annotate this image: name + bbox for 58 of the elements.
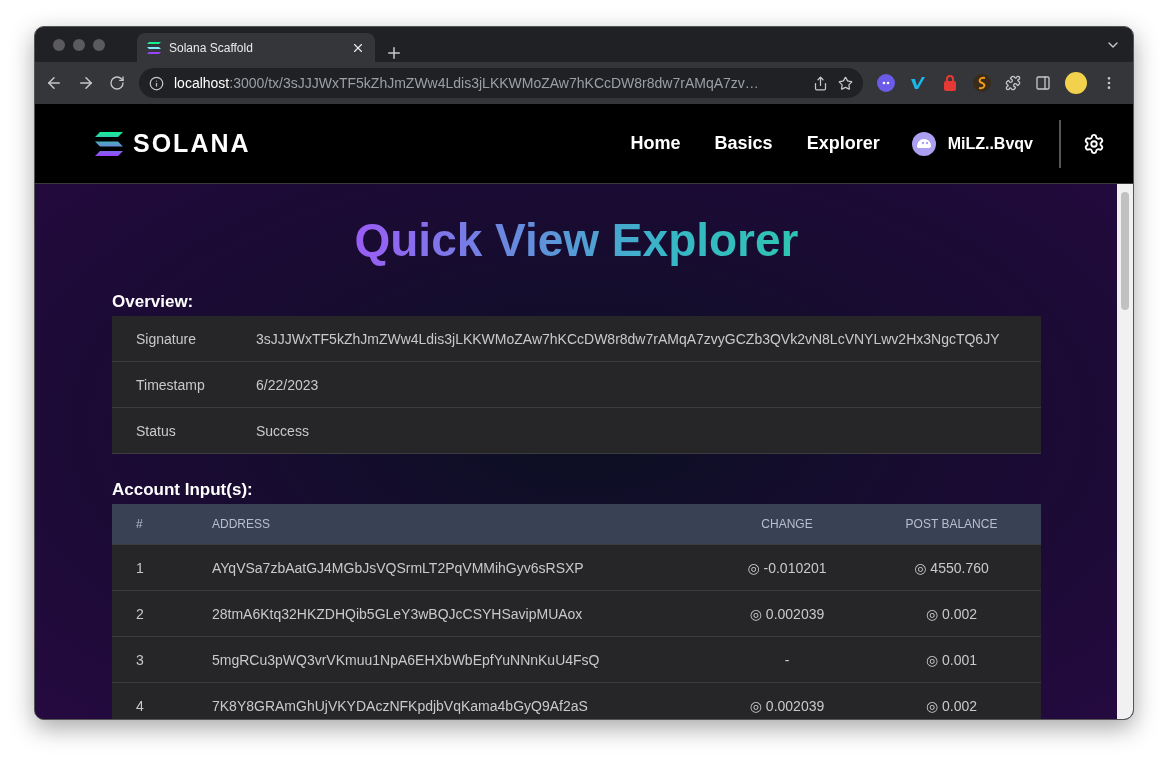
window-close-light[interactable] [53, 38, 65, 51]
url-text: localhost:3000/tx/3sJJJWxTF5kZhJmZWw4Ldis3jLKKWMoZAw7hKCcDW8r8dw7rAMqA7zv… [174, 75, 760, 91]
table-cell-text: 7K8Y8GRAmGhUjVKYDAczNFKpdjbVqKama4bGyQ9Af2aS [212, 697, 589, 714]
field-label: Timestamp [135, 376, 206, 393]
logo-text: SOLANA [133, 129, 251, 158]
share-icon[interactable] [813, 75, 828, 91]
table-cell-text: ◎ 4550.760 [913, 559, 990, 576]
field-label: Status [135, 422, 177, 439]
lock-extension-icon[interactable] [941, 74, 959, 92]
scrollbar[interactable] [1117, 184, 1133, 719]
table-cell-text: ◎ -0.010201 [746, 559, 828, 576]
back-icon[interactable] [45, 74, 63, 92]
field-value: 3sJJJWxTF5kZhJmZWw4Ldis3jLKKWMoZAw7hKCcDW8r8dw7rAMqA7zvyGCZb3QVk2vN8LcVNYLwv2Hx3NgcTQ6JY [256, 330, 1001, 347]
column-header: ADDRESS [212, 517, 271, 531]
ghost-extension-icon[interactable] [877, 74, 895, 92]
nav-link[interactable]: Home [630, 133, 681, 154]
table-cell-text: 3 [135, 651, 145, 668]
reload-icon[interactable] [109, 75, 125, 91]
table-cell-text: 2 [135, 605, 145, 622]
table-cell-text: 5mgRCu3pWQ3vrVKmuu1NpA6EHXbWbEpfYuNNnKuU4FsQ [212, 651, 601, 668]
table-cell-text: ◎ 0.002039 [748, 697, 826, 714]
forward-icon[interactable] [77, 74, 95, 92]
section-heading: Account Input(s): [112, 480, 254, 500]
info-icon[interactable] [149, 75, 164, 91]
table-cell-text: ◎ 0.001 [924, 651, 979, 668]
section-heading: Overview: [112, 292, 195, 312]
v-extension-icon[interactable] [909, 74, 927, 92]
table-cell-text: - [783, 651, 791, 668]
table-cell-text: ◎ 0.002 [924, 605, 979, 622]
wallet-button[interactable]: MiLZ..Bvqv [911, 119, 1061, 168]
extensions-icon[interactable] [1005, 75, 1021, 91]
table-cell-text: 1 [135, 559, 145, 576]
side-panel-icon[interactable] [1035, 75, 1051, 91]
nav-link[interactable]: Explorer [806, 133, 880, 154]
field-label: Signature [135, 330, 197, 347]
column-header: CHANGE [760, 517, 814, 531]
solana-logo-icon [147, 41, 161, 54]
table-cell-text: AYqVSa7zbAatGJ4MGbJsVQSrmLT2PqVMMihGyv6sRSXP [212, 559, 585, 576]
table-cell-text: ◎ 0.002039 [748, 605, 826, 622]
ghost-avatar-icon [911, 131, 936, 156]
field-value: 6/22/2023 [256, 376, 320, 393]
column-header: POST BALANCE [904, 517, 999, 531]
browser-tab[interactable]: Solana Scaffold [137, 33, 375, 62]
table-cell-text: 4 [135, 697, 145, 714]
solana-logo-icon [95, 131, 123, 156]
field-value: Success [256, 422, 310, 439]
window-zoom-light[interactable] [93, 38, 105, 51]
profile-avatar[interactable] [1065, 72, 1087, 94]
address-bar[interactable]: localhost:3000/tx/3sJJJWxTF5kZhJmZWw4Ldis3jLKKWMoZAw7hKCcDW8r8dw7rAMqA7zv… [139, 68, 863, 98]
tab-title: Solana Scaffold [169, 40, 254, 55]
table-cell-text: ◎ 0.002 [924, 697, 979, 714]
s-extension-icon[interactable] [973, 74, 991, 92]
table-cell-text: 28tmA6Ktq32HKZDHQib5GLeY3wBQJcCSYHSavipMUAox [212, 605, 584, 622]
column-header: # [135, 517, 144, 531]
window-minimize-light[interactable] [73, 38, 85, 51]
star-icon[interactable] [838, 75, 853, 91]
new-tab-icon[interactable] [385, 44, 403, 62]
nav-link[interactable]: Basics [714, 133, 773, 154]
